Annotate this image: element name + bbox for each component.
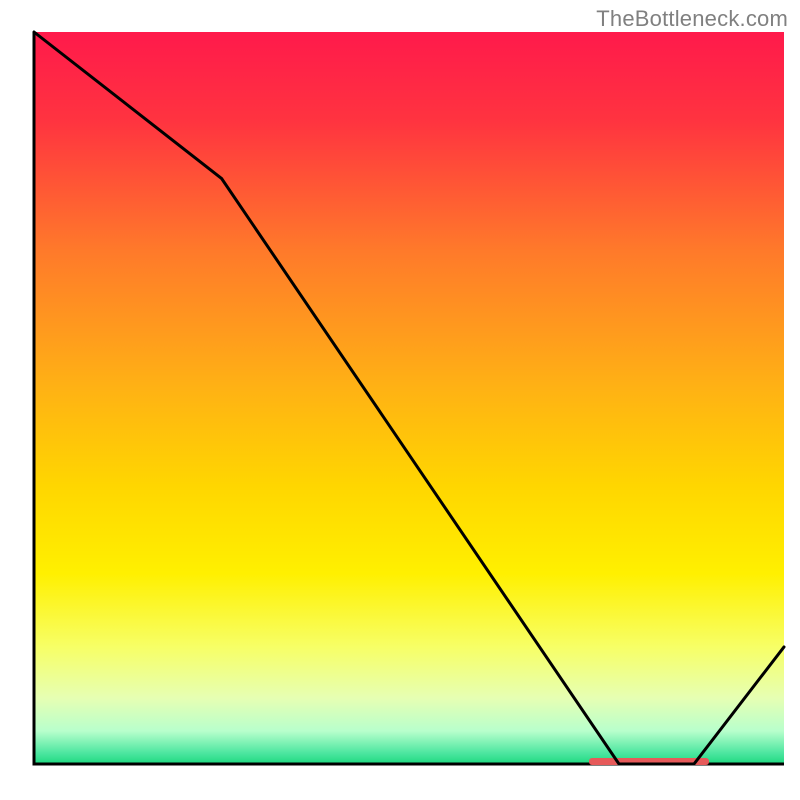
plot-background: [34, 32, 784, 764]
watermark-label: TheBottleneck.com: [596, 6, 788, 32]
bottleneck-chart: [0, 0, 800, 800]
chart-container: TheBottleneck.com: [0, 0, 800, 800]
